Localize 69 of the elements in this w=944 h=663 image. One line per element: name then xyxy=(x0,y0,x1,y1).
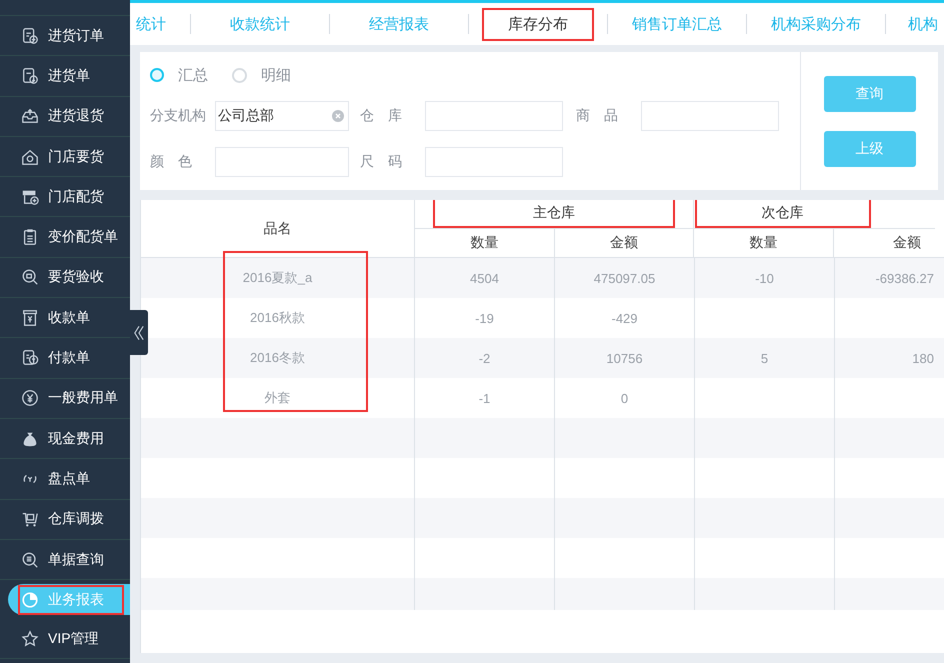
column-header: 金额 xyxy=(892,233,922,252)
table-cell: -2 xyxy=(478,350,490,366)
sidebar-item[interactable]: 付款单 xyxy=(0,338,130,379)
field-label: 仓 库 xyxy=(360,107,403,125)
coin-icon xyxy=(21,389,39,408)
column-group-header: 次仓库 xyxy=(694,200,870,228)
table-cell: 4504 xyxy=(470,270,499,286)
table-cell: 180 xyxy=(912,350,934,366)
house-icon xyxy=(21,148,39,166)
sidebar-item[interactable]: 进货单 xyxy=(0,56,130,97)
receipt-icon xyxy=(21,308,39,327)
column-header: 数量 xyxy=(415,229,554,257)
column-group-header: 主仓库 xyxy=(433,200,675,228)
table-cell: -19 xyxy=(475,310,494,326)
pie-chart-icon xyxy=(21,590,39,609)
collapse-handle[interactable] xyxy=(130,310,148,355)
table-cell: -10 xyxy=(755,270,774,286)
column-header: 数量 xyxy=(694,229,834,257)
table-cell: 10756 xyxy=(606,350,643,366)
sidebar-item[interactable]: 门店配货 xyxy=(0,177,130,218)
field-label: 尺 码 xyxy=(360,153,403,171)
table-cell: 2016秋款 xyxy=(250,309,305,327)
table-cell: -69386.27 xyxy=(875,270,934,286)
sidebar-item[interactable]: 进货退货 xyxy=(0,96,130,137)
sidebar-item[interactable]: 变价配货单 xyxy=(0,217,130,258)
column-header: 金额 xyxy=(608,233,639,252)
radio-label: 汇总 xyxy=(178,66,208,84)
clipboard-icon xyxy=(21,228,39,246)
table-cell: -1 xyxy=(478,390,490,406)
sidebar-item[interactable]: VIP管理 xyxy=(0,619,130,660)
sidebar-item[interactable]: 盘点单 xyxy=(0,459,130,500)
clear-icon[interactable] xyxy=(332,110,344,122)
table-cell: 2016夏款_a xyxy=(242,269,312,287)
table-cell: 5 xyxy=(760,350,768,366)
table-cell: 475097.05 xyxy=(594,270,656,286)
sidebar-item[interactable]: 要货验收 xyxy=(0,258,130,298)
document-icon xyxy=(21,349,39,368)
document-icon xyxy=(21,26,39,45)
field-label: 商 品 xyxy=(576,107,619,125)
sidebar-item[interactable]: 一般费用单 xyxy=(0,378,130,419)
sidebar-item[interactable]: 门店要货 xyxy=(0,136,130,178)
radio-button[interactable] xyxy=(150,68,164,82)
tab[interactable]: 库存分布 xyxy=(482,8,594,40)
radio-label: 明细 xyxy=(261,66,291,84)
field-label: 颜 色 xyxy=(150,153,193,171)
table-cell: 0 xyxy=(620,390,628,406)
document-icon xyxy=(21,66,39,85)
table-cell: 2016冬款 xyxy=(250,349,305,367)
money-bag-icon xyxy=(21,430,39,448)
input-field[interactable] xyxy=(425,101,563,131)
double-chevron-icon xyxy=(134,324,144,342)
radio-button[interactable] xyxy=(232,68,247,82)
field-label: 分支机构 xyxy=(150,107,207,125)
cart-icon xyxy=(21,510,39,528)
table-cell: 外套 xyxy=(264,389,290,407)
star-icon xyxy=(21,630,39,648)
input-field[interactable] xyxy=(641,101,779,131)
input-field[interactable] xyxy=(215,147,349,177)
table-cell: -429 xyxy=(611,310,638,326)
sidebar-item[interactable]: 仓库调拨 xyxy=(0,500,130,540)
magnifier-icon xyxy=(21,550,39,568)
tray-icon xyxy=(21,107,39,126)
sidebar-item[interactable]: 单据查询 xyxy=(0,540,130,580)
magnifier-icon xyxy=(21,268,39,286)
sidebar-item[interactable]: 现金费用 xyxy=(0,418,130,460)
shop-sign-icon xyxy=(21,188,39,206)
column-header: 品名 xyxy=(141,200,415,257)
input-field[interactable] xyxy=(425,147,563,177)
input-field[interactable]: 公司总部 xyxy=(215,101,349,131)
